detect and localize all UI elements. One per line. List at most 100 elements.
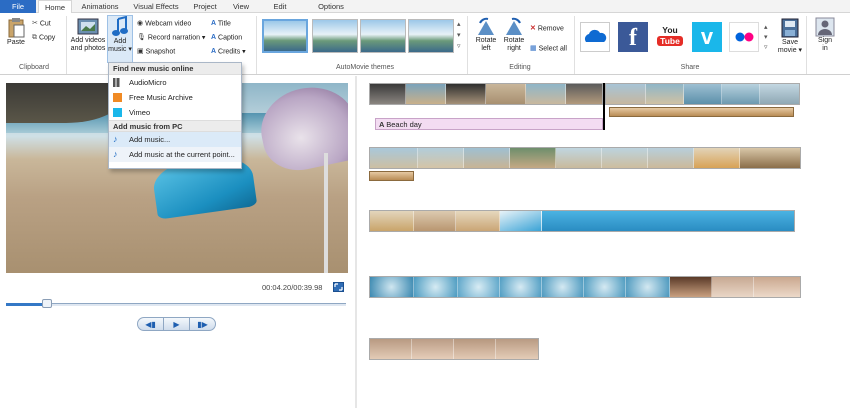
tab-options[interactable]: Options [312,0,350,13]
rotate-left-label-2: left [481,45,491,52]
tab-edit[interactable]: Edit [262,0,298,13]
theme-thumbnail[interactable] [360,19,406,53]
save-movie-button[interactable]: Save movie ▾ [776,17,804,55]
tab-visual-effects[interactable]: Visual Effects [128,0,184,13]
audio-track[interactable] [369,171,414,181]
facebook-button[interactable]: f [618,22,648,52]
free-music-archive-icon [113,93,122,102]
record-narration-label: Record narration ▾ [147,34,206,42]
flickr-button[interactable] [729,22,759,52]
paste-label: Paste [7,39,25,46]
rotate-right-label-1: Rotate [503,37,525,44]
clip-strip[interactable] [369,147,801,169]
clip-strip[interactable] [369,276,801,298]
clip-strip[interactable] [369,338,539,360]
share-group-label: Share [680,64,700,71]
paste-button[interactable]: Paste [4,17,28,47]
vimeo-button[interactable]: v [692,22,722,52]
caption-button[interactable]: A Caption [211,32,242,43]
copy-label: Copy [38,34,56,42]
menu-item-free-music-archive[interactable]: Free Music Archive [109,90,241,105]
theme-thumbnail[interactable] [262,19,308,53]
scissors-icon: ✂ [32,20,38,27]
sign-in-button[interactable]: Sign in [812,17,838,53]
clip-strip[interactable] [605,83,800,105]
credits-button[interactable]: A Credits ▾ [211,46,246,57]
music-note-icon [112,16,128,36]
youtube-button[interactable]: You Tube [655,22,685,52]
menu-item-audiomicro[interactable]: AudioMicro [109,75,241,90]
add-videos-photos-button[interactable]: Add videos and photos [70,17,106,53]
film-photo-icon [77,18,99,35]
preview-pole [324,153,328,273]
theme-thumbnail[interactable] [408,19,454,53]
onedrive-icon [584,29,607,42]
copy-button[interactable]: ⧉ Copy [32,32,55,43]
next-frame-button[interactable]: ▮▶ [189,317,216,331]
ribbon-separator [66,16,67,74]
tab-view[interactable]: View [226,0,256,13]
play-button[interactable]: ▶ [163,317,190,331]
camera-icon: ▣ [137,48,144,55]
menu-item-label: Add music... [129,135,171,144]
timeline-cursor[interactable] [603,83,605,130]
tab-file[interactable]: File [0,0,36,13]
sign-in-label-1: Sign [817,37,832,44]
webcam-label: Webcam video [145,20,192,28]
clip-strip[interactable] [369,83,603,105]
flickr-icon [735,32,754,42]
seek-bar[interactable] [6,303,346,306]
playback-time: 00:04.20/00:39.98 [262,283,323,292]
fullscreen-button[interactable] [333,282,344,292]
facebook-icon: f [629,25,637,51]
record-narration-button[interactable]: 🎙︎ Record narration ▾ [137,32,205,43]
pane-divider[interactable] [355,76,357,408]
select-all-icon: ▦ [530,45,537,52]
menu-item-add-music[interactable]: ♪ Add music... [109,132,241,147]
seek-bar-fill [6,303,47,306]
add-music-button[interactable]: Add music ▾ [107,15,133,63]
onedrive-button[interactable] [580,22,610,52]
user-icon [815,17,835,37]
caption-track[interactable]: A Beach day [375,118,603,130]
add-music-label-2: music ▾ [108,46,132,53]
rotate-left-button[interactable]: Rotate left [472,17,500,53]
add-music-menu: Find new music online AudioMicro Free Mu… [108,62,242,169]
rotate-right-button[interactable]: Rotate right [500,17,528,53]
tab-animations[interactable]: Animations [76,0,124,13]
vimeo-icon: v [700,24,714,49]
share-scroll[interactable]: ▴ ▾ ▿ [764,23,768,53]
caption-text: Beach day [386,120,422,129]
title-button[interactable]: A Title [211,18,231,29]
vimeo-icon [113,108,122,117]
ribbon-separator [806,16,807,74]
credits-label: Credits ▾ [218,48,246,56]
sign-in-label-2: in [822,45,828,52]
rotate-right-icon [506,17,522,35]
menu-item-vimeo[interactable]: Vimeo [109,105,241,120]
webcam-video-button[interactable]: ◉ Webcam video [137,18,191,29]
menu-item-label: Free Music Archive [129,93,193,102]
rotate-left-icon [478,17,494,35]
previous-frame-button[interactable]: ◀▮ [137,317,164,331]
menu-item-label: AudioMicro [129,78,167,87]
themes-scroll[interactable]: ▴ ▾ ▿ [457,19,461,52]
clip-strip[interactable] [369,210,795,232]
menu-item-add-music-current-point[interactable]: ♪ Add music at the current point... [109,147,241,162]
remove-button[interactable]: ✕ Remove [530,23,564,34]
select-all-button[interactable]: ▦ Select all [530,43,567,54]
preview-umbrella [253,83,348,178]
tab-home[interactable]: Home [38,0,72,14]
cut-button[interactable]: ✂ Cut [32,18,51,29]
audio-track[interactable] [609,107,794,117]
ribbon-separator [467,16,468,74]
snapshot-button[interactable]: ▣ Snapshot [137,46,175,57]
save-movie-icon [781,18,799,38]
editing-group-label: Editing [509,64,531,71]
tab-project[interactable]: Project [188,0,222,13]
select-all-label: Select all [538,45,567,53]
menu-item-label: Vimeo [129,108,151,117]
fullscreen-icon [334,283,343,291]
theme-thumbnail[interactable] [312,19,358,53]
seek-thumb[interactable] [41,299,52,308]
